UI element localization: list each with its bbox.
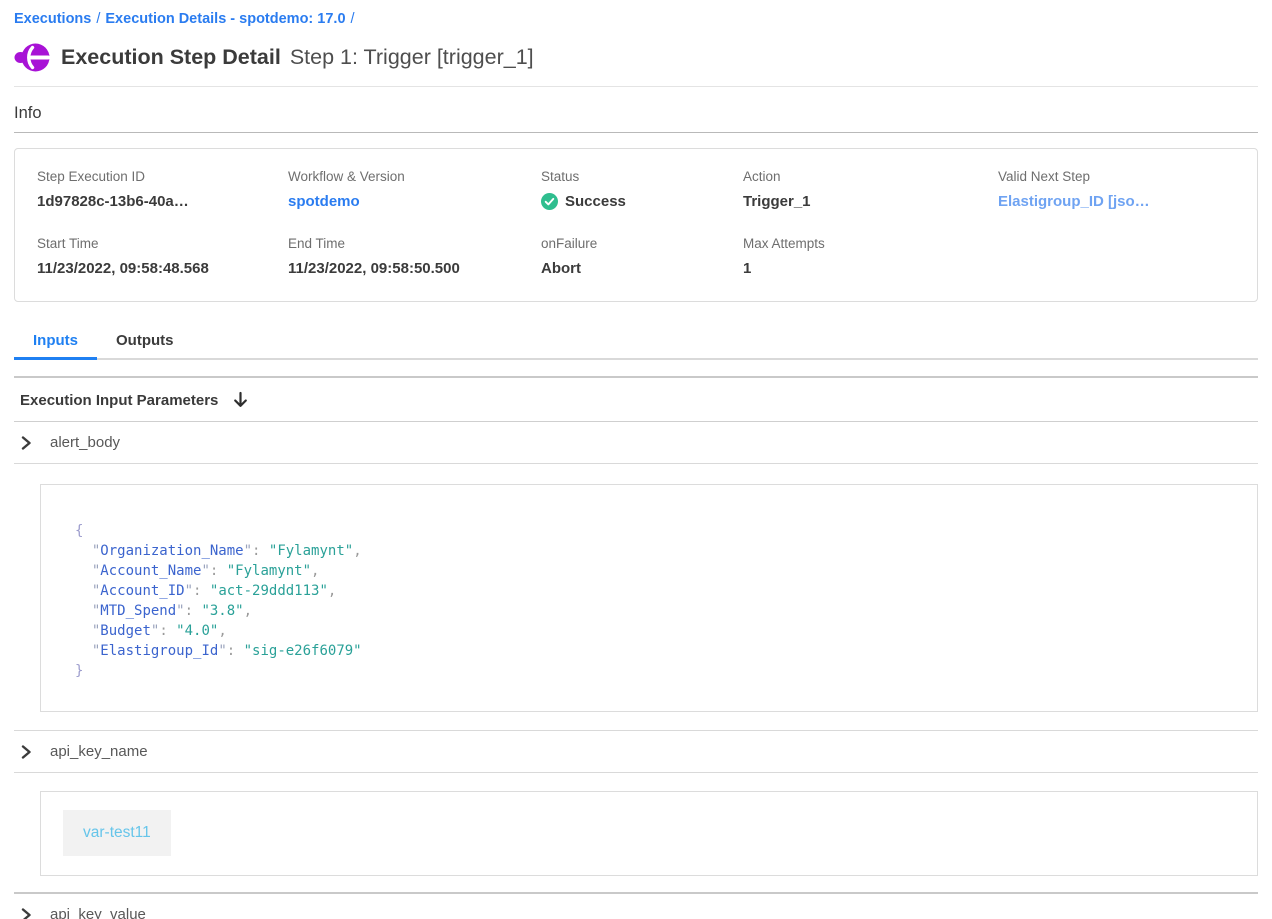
field-status: Status Success bbox=[541, 169, 743, 210]
section-row-api-key-value[interactable]: api_key_value bbox=[14, 892, 1258, 919]
status-badge: Success bbox=[565, 193, 626, 210]
breadcrumb-separator: / bbox=[346, 11, 360, 27]
execution-input-parameters-header: Execution Input Parameters bbox=[14, 378, 1258, 422]
field-label: Max Attempts bbox=[743, 236, 998, 251]
params-header-label: Execution Input Parameters bbox=[20, 392, 218, 409]
workflow-link[interactable]: spotdemo bbox=[288, 193, 541, 210]
json-code: { "Organization_Name": "Fylamynt", "Acco… bbox=[75, 521, 1223, 681]
field-max-attempts: Max Attempts 1 bbox=[743, 236, 998, 277]
section-row-api-key-name[interactable]: api_key_name bbox=[14, 730, 1258, 773]
field-value: 1d97828c-13b6-40a… bbox=[37, 193, 288, 210]
page-header: Execution Step Detail Step 1: Trigger [t… bbox=[14, 42, 1258, 73]
breadcrumb-separator: / bbox=[91, 11, 105, 27]
info-section-title: Info bbox=[14, 104, 1258, 123]
field-value: 1 bbox=[743, 260, 998, 277]
field-label: Valid Next Step bbox=[998, 169, 1235, 184]
info-card: Step Execution ID 1d97828c-13b6-40a… Wor… bbox=[14, 148, 1258, 302]
success-check-icon bbox=[541, 193, 558, 210]
chevron-right-icon bbox=[20, 908, 32, 919]
tab-outputs[interactable]: Outputs bbox=[97, 325, 193, 358]
field-label: Start Time bbox=[37, 236, 288, 251]
field-workflow-version: Workflow & Version spotdemo bbox=[288, 169, 541, 210]
section-row-label: alert_body bbox=[50, 434, 120, 451]
field-step-execution-id: Step Execution ID 1d97828c-13b6-40a… bbox=[37, 169, 288, 210]
field-label: End Time bbox=[288, 236, 541, 251]
section-row-alert-body[interactable]: alert_body bbox=[14, 422, 1258, 464]
api-key-name-card: var-test11 bbox=[40, 791, 1258, 876]
info-divider bbox=[14, 132, 1258, 133]
chevron-right-icon bbox=[20, 436, 32, 450]
field-label: Workflow & Version bbox=[288, 169, 541, 184]
field-start-time: Start Time 11/23/2022, 09:58:48.568 bbox=[37, 236, 288, 277]
fylamynt-logo-icon bbox=[14, 42, 50, 73]
field-label: onFailure bbox=[541, 236, 743, 251]
header-divider bbox=[14, 86, 1258, 87]
page-subtitle: Step 1: Trigger [trigger_1] bbox=[290, 45, 534, 70]
chevron-right-icon bbox=[20, 745, 32, 759]
field-label: Status bbox=[541, 169, 743, 184]
section-row-label: api_key_name bbox=[50, 743, 148, 760]
tab-inputs[interactable]: Inputs bbox=[14, 325, 97, 358]
api-key-name-value: var-test11 bbox=[63, 810, 171, 856]
field-valid-next-step: Valid Next Step Elastigroup_ID [jso… bbox=[998, 169, 1235, 210]
valid-next-step-link[interactable]: Elastigroup_ID [jso… bbox=[998, 193, 1235, 210]
status-value: Success bbox=[541, 193, 743, 210]
field-value: Trigger_1 bbox=[743, 193, 998, 210]
breadcrumb-executions[interactable]: Executions bbox=[14, 11, 91, 27]
field-onfailure: onFailure Abort bbox=[541, 236, 743, 277]
arrow-down-icon[interactable] bbox=[232, 391, 249, 409]
page-title: Execution Step Detail bbox=[61, 45, 281, 70]
tab-bar: Inputs Outputs bbox=[14, 325, 1258, 360]
field-value: 11/23/2022, 09:58:50.500 bbox=[288, 260, 541, 277]
page: Executions/Execution Details - spotdemo:… bbox=[0, 0, 1272, 919]
field-value: Abort bbox=[541, 260, 743, 277]
field-value: 11/23/2022, 09:58:48.568 bbox=[37, 260, 288, 277]
field-label: Step Execution ID bbox=[37, 169, 288, 184]
field-end-time: End Time 11/23/2022, 09:58:50.500 bbox=[288, 236, 541, 277]
section-row-label: api_key_value bbox=[50, 906, 146, 919]
field-label: Action bbox=[743, 169, 998, 184]
field-action: Action Trigger_1 bbox=[743, 169, 998, 210]
alert-body-code-card: { "Organization_Name": "Fylamynt", "Acco… bbox=[40, 484, 1258, 712]
breadcrumb: Executions/Execution Details - spotdemo:… bbox=[14, 0, 1258, 27]
breadcrumb-execution-details[interactable]: Execution Details - spotdemo: 17.0 bbox=[105, 11, 345, 27]
field-empty bbox=[998, 236, 1235, 277]
